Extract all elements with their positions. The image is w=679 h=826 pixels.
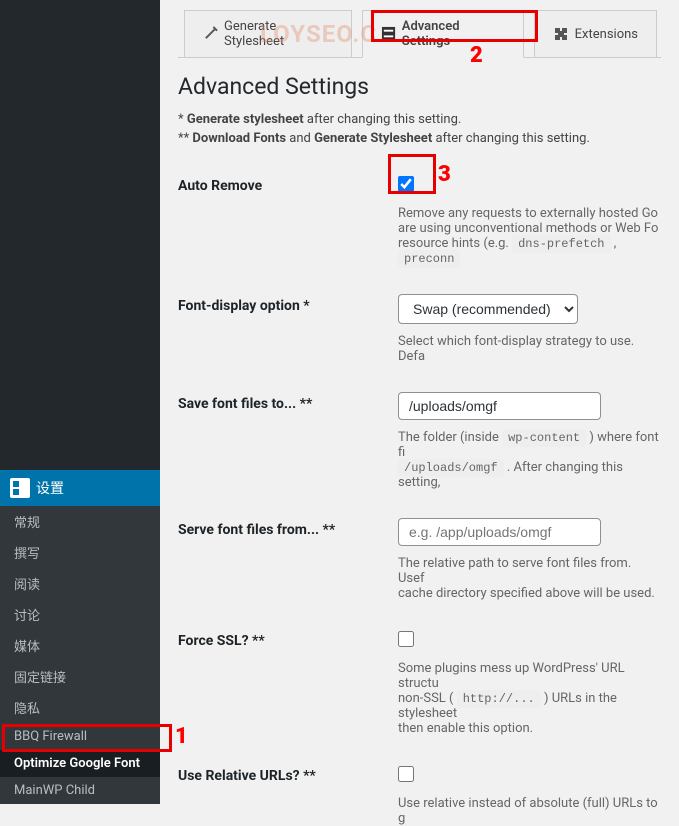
note-1: * Generate stylesheet after changing thi… [178,112,661,127]
desc-save-to: The folder (inside wp-content ) where fo… [398,430,661,490]
sidebar-settings[interactable]: 设置 [0,470,160,506]
sidebar-item-privacy[interactable]: 隐私 [0,692,160,723]
sidebar-item-omgf[interactable]: Optimize Google Font [0,750,160,777]
puzzle-icon [553,26,569,42]
tab-label: Generate Stylesheet [224,19,333,49]
label-force-ssl: Force SSL? ** [178,629,398,736]
tab-label: Advanced Settings [402,19,505,49]
tab-advanced-settings[interactable]: Advanced Settings [362,10,524,58]
sidebar-item-reading[interactable]: 阅读 [0,568,160,599]
sidebar-item-bbq[interactable]: BBQ Firewall [0,723,160,750]
settings-icon [10,478,30,498]
desc-font-display: Select which font-display strategy to us… [398,334,661,364]
label-relative: Use Relative URLs? ** [178,764,398,826]
label-save-to: Save font files to... ** [178,392,398,490]
settings-label: 设置 [36,478,64,498]
sidebar-item-media[interactable]: 媒体 [0,630,160,661]
input-save-to[interactable] [398,392,601,420]
tab-generate-stylesheet[interactable]: Generate Stylesheet [184,10,352,57]
sidebar-item-mainwp[interactable]: MainWP Child [0,777,160,804]
checkbox-force-ssl[interactable] [398,631,414,647]
wand-icon [203,26,218,42]
desc-force-ssl: Some plugins mess up WordPress' URL stru… [398,661,661,736]
page-title: Advanced Settings [178,73,661,100]
checkbox-auto-remove[interactable] [398,176,414,192]
checkbox-relative[interactable] [398,766,414,782]
code-http: http://... [457,690,541,708]
label-font-display: Font-display option * [178,294,398,364]
code-wp: wp-content [502,429,586,447]
sidebar-item-discussion[interactable]: 讨论 [0,599,160,630]
label-serve-from: Serve font files from... ** [178,518,398,601]
code-preconn: preconn [398,250,460,268]
label-auto-remove: Auto Remove [178,174,398,266]
sidebar-item-writing[interactable]: 撰写 [0,537,160,568]
note-2: ** Download Fonts and Generate Styleshee… [178,131,661,146]
admin-sidebar: 设置 常规 撰写 阅读 讨论 媒体 固定链接 隐私 BBQ Firewall O… [0,0,160,772]
sidebar-item-general[interactable]: 常规 [0,506,160,537]
main-content: Generate Stylesheet Advanced Settings Ex… [160,0,679,772]
tab-bar: Generate Stylesheet Advanced Settings Ex… [178,10,661,58]
desc-auto-remove: Remove any requests to externally hosted… [398,206,661,266]
sidebar-item-permalinks[interactable]: 固定链接 [0,661,160,692]
input-serve-from[interactable] [398,518,601,546]
tab-label: Extensions [575,27,638,42]
tab-extensions[interactable]: Extensions [534,10,657,57]
desc-serve-from: The relative path to serve font files fr… [398,556,661,601]
code-dns: dns-prefetch [512,235,610,253]
select-font-display[interactable]: Swap (recommended) [398,294,578,324]
sidebar-submenu: 常规 撰写 阅读 讨论 媒体 固定链接 隐私 BBQ Firewall Opti… [0,506,160,804]
sliders-icon [381,26,396,42]
desc-relative: Use relative instead of absolute (full) … [398,796,661,826]
